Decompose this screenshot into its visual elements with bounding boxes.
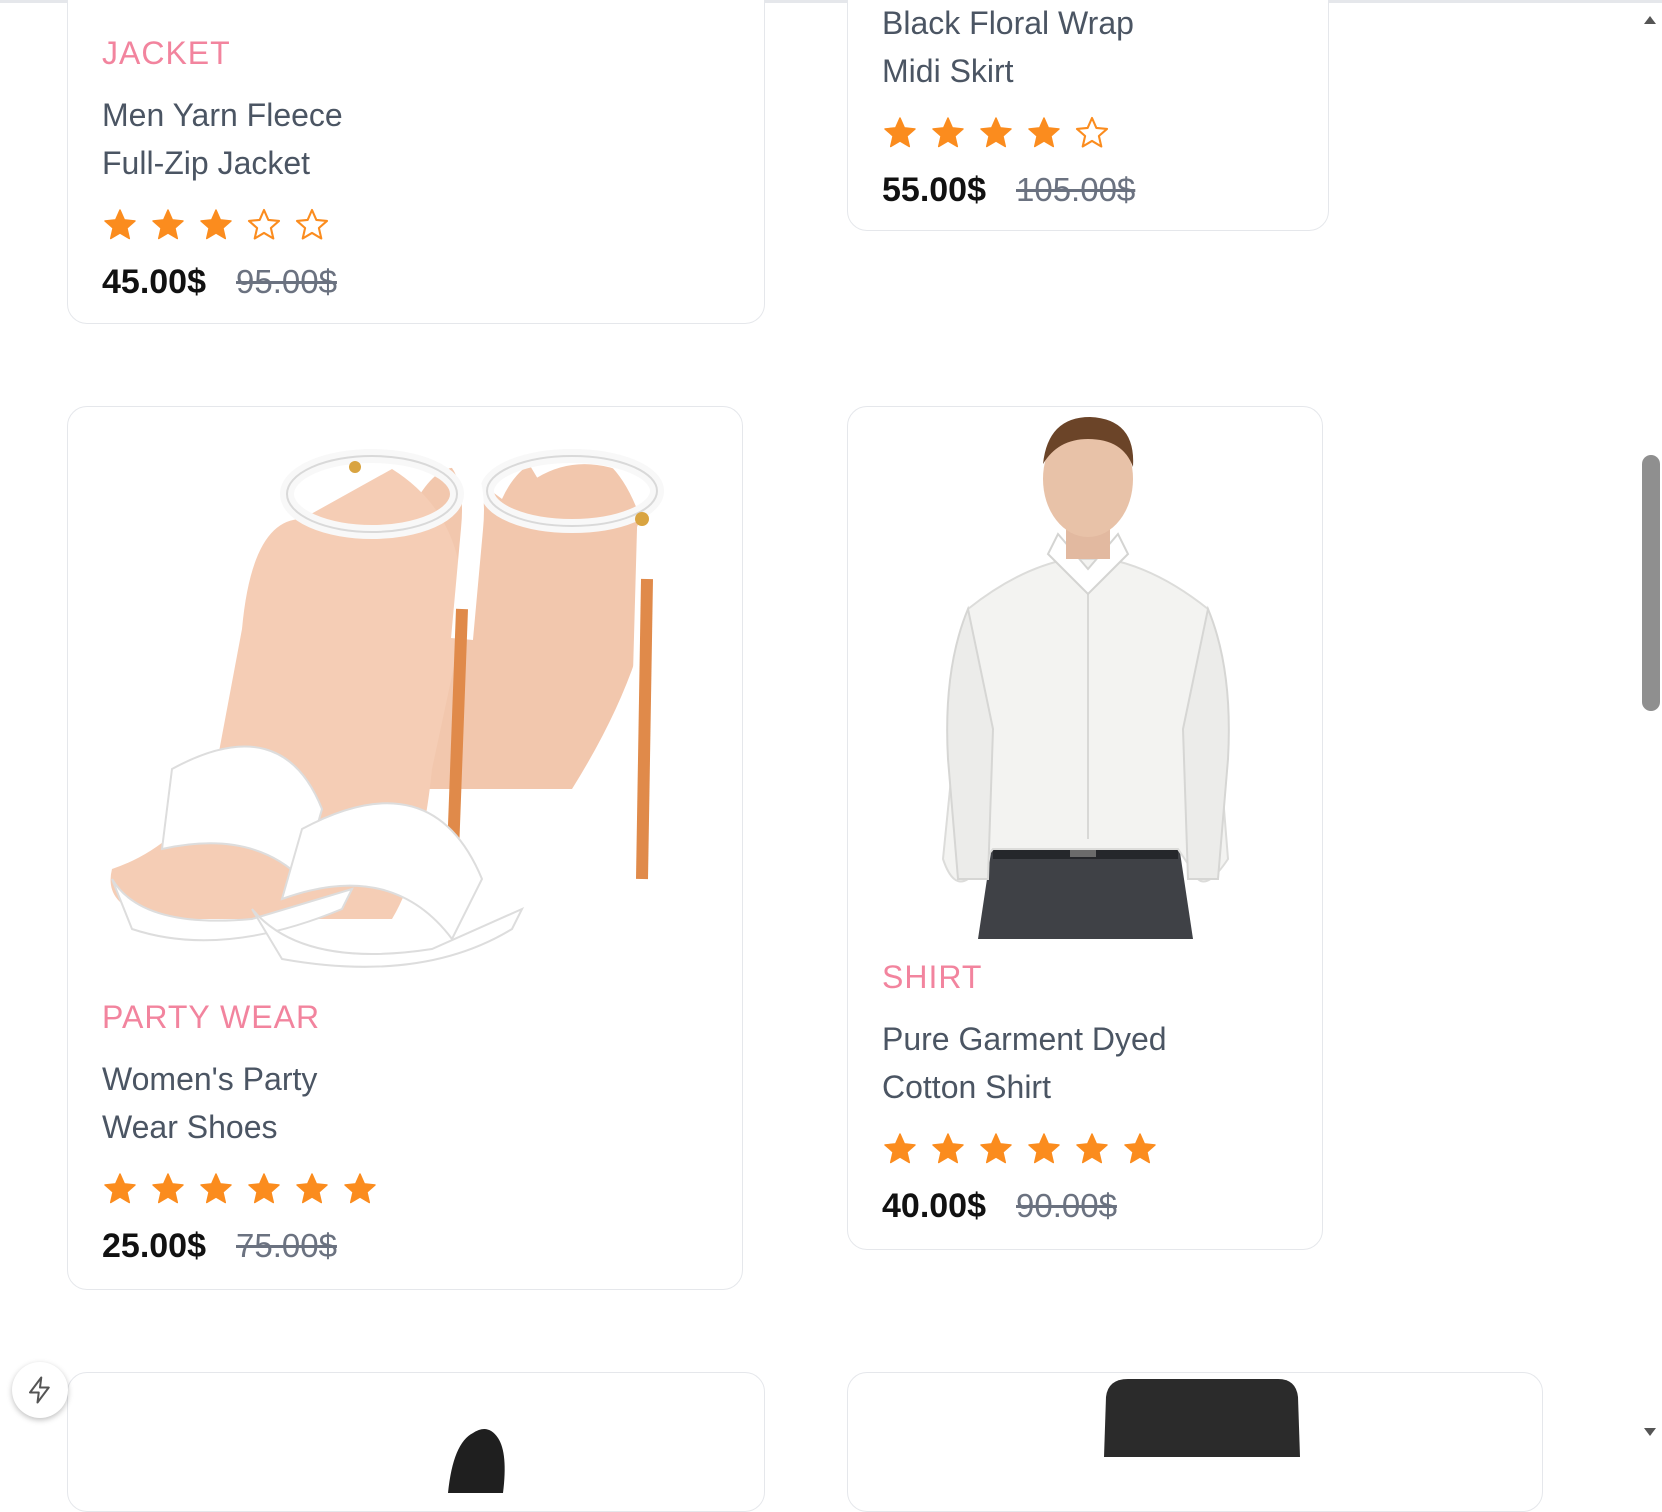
product-title-line[interactable]: Midi Skirt <box>882 47 1308 95</box>
scrollbar-thumb[interactable] <box>1642 455 1660 711</box>
product-card-skirt[interactable]: Black Floral Wrap Midi Skirt 55.00$ 105.… <box>847 0 1329 231</box>
product-title-line[interactable]: Men Yarn Fleece <box>102 91 744 139</box>
product-card-partial[interactable] <box>847 1372 1543 1512</box>
star-filled-icon <box>248 1173 280 1204</box>
star-filled-icon <box>884 117 916 148</box>
product-title-line[interactable]: Full-Zip Jacket <box>102 139 744 187</box>
product-title-line[interactable]: Women's Party <box>102 1055 722 1103</box>
star-filled-icon <box>932 117 964 148</box>
star-empty-icon <box>247 208 281 240</box>
star-empty-icon <box>1075 116 1109 148</box>
current-price: 40.00$ <box>882 1187 986 1225</box>
product-title-line[interactable]: Wear Shoes <box>102 1103 722 1151</box>
star-filled-icon <box>104 209 136 240</box>
star-filled-icon <box>980 1133 1012 1164</box>
rating-stars <box>102 205 744 245</box>
star-filled-icon <box>980 117 1012 148</box>
star-filled-icon <box>104 1173 136 1204</box>
product-card-jacket[interactable]: JACKET Men Yarn Fleece Full-Zip Jacket 4… <box>67 0 765 324</box>
product-image-shirt[interactable] <box>908 409 1264 939</box>
star-filled-icon <box>344 1173 376 1204</box>
star-filled-icon <box>1076 1133 1108 1164</box>
price-row: 40.00$ 90.00$ <box>882 1187 1302 1226</box>
star-filled-icon <box>152 1173 184 1204</box>
arrow-up-icon[interactable] <box>1642 12 1658 28</box>
price-row: 45.00$ 95.00$ <box>102 263 744 302</box>
product-image-partial <box>448 1429 505 1493</box>
star-filled-icon <box>1028 1133 1060 1164</box>
arrow-down-icon[interactable] <box>1642 1424 1658 1440</box>
product-card-heels[interactable]: PARTY WEAR Women's Party Wear Shoes 25.0… <box>67 406 743 1290</box>
star-filled-icon <box>296 1173 328 1204</box>
star-filled-icon <box>200 209 232 240</box>
product-category: PARTY WEAR <box>102 999 321 1035</box>
product-card-partial[interactable] <box>67 1372 765 1512</box>
product-image-partial <box>1104 1379 1300 1457</box>
star-filled-icon <box>152 209 184 240</box>
star-empty-icon <box>295 208 329 240</box>
product-title-line[interactable]: Cotton Shirt <box>882 1063 1302 1111</box>
product-category: JACKET <box>102 35 231 71</box>
heels-illustration <box>102 409 708 979</box>
lightning-icon <box>29 1376 50 1404</box>
current-price: 25.00$ <box>102 1227 206 1265</box>
star-filled-icon <box>1028 117 1060 148</box>
product-title-line[interactable]: Pure Garment Dyed <box>882 1015 1302 1063</box>
product-card-shirt[interactable]: SHIRT Pure Garment Dyed Cotton Shirt 40.… <box>847 406 1323 1250</box>
price-row: 55.00$ 105.00$ <box>882 171 1308 210</box>
price-row: 25.00$ 75.00$ <box>102 1227 722 1266</box>
original-price: 95.00$ <box>236 263 337 300</box>
star-filled-icon <box>200 1173 232 1204</box>
original-price: 105.00$ <box>1016 171 1136 208</box>
star-filled-icon <box>884 1133 916 1164</box>
product-image-heels[interactable] <box>102 409 708 979</box>
rating-stars <box>102 1169 722 1209</box>
rating-stars <box>882 113 1308 153</box>
current-price: 55.00$ <box>882 171 986 209</box>
star-filled-icon <box>1124 1133 1156 1164</box>
star-filled-icon <box>932 1133 964 1164</box>
quick-action-button[interactable] <box>12 1362 68 1418</box>
product-title-line[interactable]: Black Floral Wrap <box>882 0 1308 47</box>
model-illustration <box>908 409 1264 939</box>
original-price: 90.00$ <box>1016 1187 1117 1224</box>
current-price: 45.00$ <box>102 263 206 301</box>
rating-stars <box>882 1129 1302 1169</box>
original-price: 75.00$ <box>236 1227 337 1264</box>
product-category: SHIRT <box>882 959 983 995</box>
